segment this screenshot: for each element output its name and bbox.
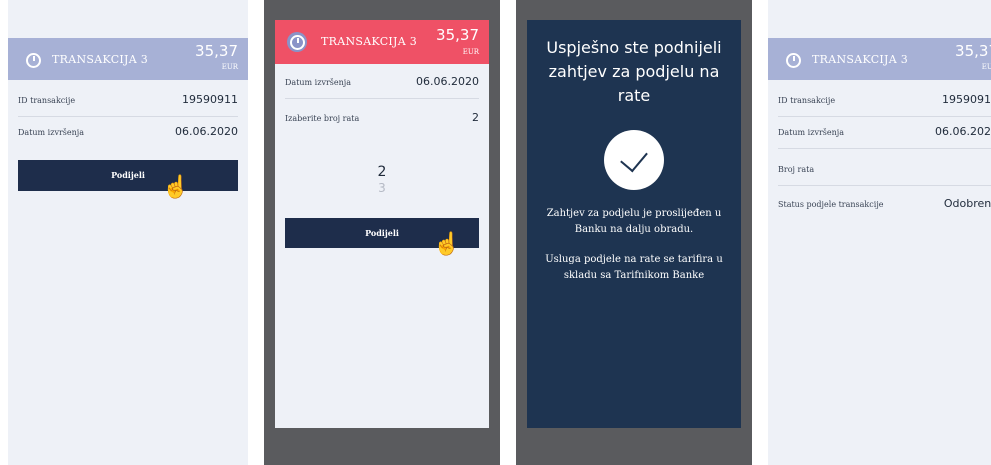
row-label: Datum izvršenja [18, 128, 85, 137]
screen-transaction-status: TRANSAKCIJA 3 35,37 EUR ID transakcije 1… [768, 0, 991, 465]
row-value: 06.06.2020 [175, 125, 238, 138]
clock-icon [26, 53, 41, 68]
installment-picker[interactable]: 2 3 [275, 160, 489, 200]
row-value: 2 [472, 111, 479, 124]
transaction-currency: EUR [981, 63, 991, 71]
transaction-header: TRANSAKCIJA 3 35,37 EUR [768, 38, 991, 80]
row-label: Status podjele transakcije [778, 200, 884, 209]
clock-icon [786, 53, 801, 68]
detail-row: Datum izvršenja 06.06.2020 [285, 68, 479, 99]
clock-icon [287, 32, 307, 52]
row-label: Datum izvršenja [778, 128, 845, 137]
row-label: ID transakcije [778, 96, 836, 105]
row-value: 19590911 [942, 93, 991, 106]
transaction-title: TRANSAKCIJA 3 [52, 53, 149, 66]
detail-row: Datum izvršenja 06.06.2020 [778, 118, 991, 149]
row-value: 06.06.2020 [935, 125, 991, 138]
detail-row: ID transakcije 19590911 [18, 86, 238, 117]
installments-row[interactable]: Izaberite broj rata 2 [285, 104, 479, 134]
row-label: Datum izvršenja [285, 78, 352, 87]
row-label: Broj rata [778, 165, 815, 174]
transaction-currency: EUR [462, 48, 479, 56]
success-title: Uspješno ste podnijeli zahtjev za podjel… [546, 38, 722, 105]
screen-installment-picker: TRANSAKCIJA 3 35,37 EUR Datum izvršenja … [264, 0, 500, 465]
phone-frame: TRANSAKCIJA 3 35,37 EUR Datum izvršenja … [275, 20, 489, 428]
transaction-header: TRANSAKCIJA 3 35,37 EUR [8, 38, 248, 80]
transaction-amount: 35,37 [436, 26, 479, 44]
tariff-message: Usluga podjele na rate se tarifira u skl… [545, 254, 723, 281]
success-message: Zahtjev za podjelu je proslijeđen u Bank… [546, 208, 722, 235]
row-value: 06.06.2020 [416, 75, 479, 88]
picker-next-value[interactable]: 3 [275, 181, 489, 195]
transaction-title: TRANSAKCIJA 3 [812, 53, 909, 66]
success-panel: Uspješno ste podnijeli zahtjev za podjel… [527, 20, 741, 428]
picker-selected-value[interactable]: 2 [275, 164, 489, 180]
transaction-title: TRANSAKCIJA 3 [321, 35, 418, 48]
row-label: Izaberite broj rata [285, 114, 360, 123]
transaction-currency: EUR [221, 63, 238, 71]
detail-row: Datum izvršenja 06.06.2020 [18, 118, 238, 148]
detail-row: Broj rata 2 [778, 155, 991, 186]
screen-success: Uspješno ste podnijeli zahtjev za podjel… [516, 0, 752, 465]
checkmark-icon [604, 130, 664, 190]
detail-row: Status podjele transakcije Odobreno [778, 190, 991, 220]
row-value: 19590911 [182, 93, 238, 106]
detail-row: ID transakcije 19590911 [778, 86, 991, 117]
row-label: ID transakcije [18, 96, 76, 105]
status-value: Odobreno [943, 197, 991, 210]
podijeli-button[interactable]: Podijeli [18, 160, 238, 191]
transaction-amount: 35,37 [955, 42, 991, 60]
transaction-amount: 35,37 [195, 42, 238, 60]
pointer-hand-icon: ☝ [433, 232, 461, 257]
transaction-header: TRANSAKCIJA 3 35,37 EUR [275, 20, 489, 64]
screen-transaction-details: TRANSAKCIJA 3 35,37 EUR ID transakcije 1… [8, 0, 248, 465]
pointer-hand-icon: ☝ [162, 175, 190, 200]
